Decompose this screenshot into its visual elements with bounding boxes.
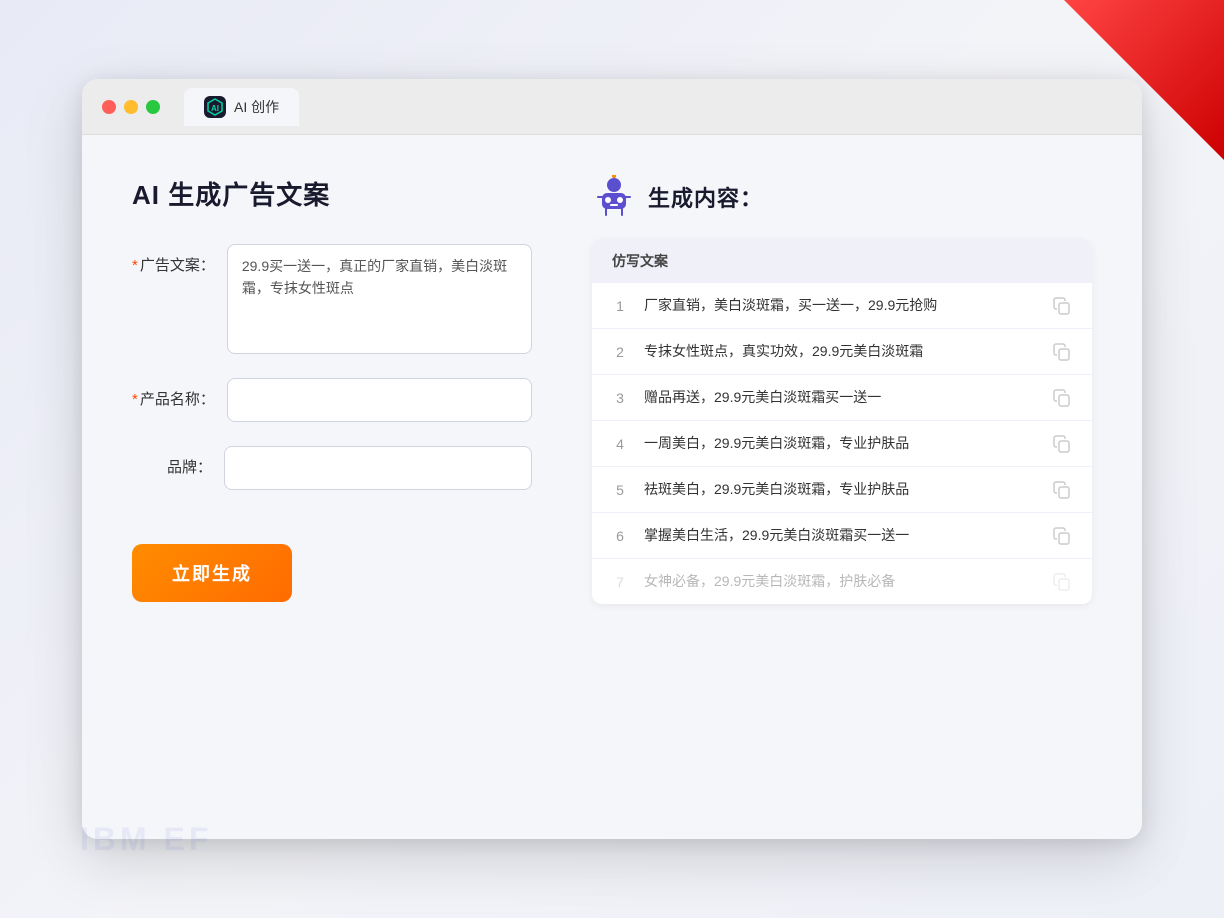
row-num: 6 (612, 528, 628, 544)
right-panel: 生成内容： 仿写文案 1 厂家直销，美白淡斑霜，买一送一，29.9元抢购 2 专… (592, 175, 1092, 799)
brand-group: 品牌： 好白 (132, 446, 532, 490)
row-num: 1 (612, 298, 628, 314)
table-row: 1 厂家直销，美白淡斑霜，买一送一，29.9元抢购 (592, 283, 1092, 329)
row-text: 女神必备，29.9元美白淡斑霜，护肤必备 (644, 571, 1036, 592)
copy-icon[interactable] (1052, 434, 1072, 454)
maximize-button[interactable] (146, 100, 160, 114)
tab-label: AI 创作 (234, 97, 279, 117)
table-row: 6 掌握美白生活，29.9元美白淡斑霜买一送一 (592, 513, 1092, 559)
copy-icon[interactable] (1052, 526, 1072, 546)
table-row: 7 女神必备，29.9元美白淡斑霜，护肤必备 (592, 559, 1092, 604)
row-num: 3 (612, 390, 628, 406)
result-table: 仿写文案 1 厂家直销，美白淡斑霜，买一送一，29.9元抢购 2 专抹女性斑点，… (592, 239, 1092, 604)
row-num: 5 (612, 482, 628, 498)
row-text: 专抹女性斑点，真实功效，29.9元美白淡斑霜 (644, 341, 1036, 362)
row-num: 7 (612, 574, 628, 590)
row-text: 一周美白，29.9元美白淡斑霜，专业护肤品 (644, 433, 1036, 454)
table-row: 3 赠品再送，29.9元美白淡斑霜买一送一 (592, 375, 1092, 421)
copy-icon[interactable] (1052, 342, 1072, 362)
title-bar: AI AI 创作 (82, 79, 1142, 135)
browser-tab[interactable]: AI AI 创作 (184, 88, 299, 126)
result-header: 生成内容： (592, 175, 1092, 219)
robot-icon (592, 175, 636, 219)
product-name-input[interactable]: 美白淡斑霜 (227, 378, 532, 422)
product-name-group: *产品名称： 美白淡斑霜 (132, 378, 532, 422)
minimize-button[interactable] (124, 100, 138, 114)
bottom-decoration: IBM EF (80, 821, 212, 858)
required-mark-product: * (132, 391, 138, 408)
row-text: 掌握美白生活，29.9元美白淡斑霜买一送一 (644, 525, 1036, 546)
ad-copy-group: *广告文案： 29.9买一送一，真正的厂家直销，美白淡斑霜，专抹女性斑点 (132, 244, 532, 354)
window-controls (102, 100, 160, 114)
table-row: 5 祛斑美白，29.9元美白淡斑霜，专业护肤品 (592, 467, 1092, 513)
row-text: 祛斑美白，29.9元美白淡斑霜，专业护肤品 (644, 479, 1036, 500)
page-title: AI 生成广告文案 (132, 175, 532, 212)
copy-icon[interactable] (1052, 388, 1072, 408)
row-num: 4 (612, 436, 628, 452)
copy-icon[interactable] (1052, 572, 1072, 592)
table-row: 4 一周美白，29.9元美白淡斑霜，专业护肤品 (592, 421, 1092, 467)
brand-label: 品牌： (132, 446, 212, 477)
copy-icon[interactable] (1052, 296, 1072, 316)
svg-text:AI: AI (211, 104, 219, 113)
product-label: *产品名称： (132, 378, 215, 409)
close-button[interactable] (102, 100, 116, 114)
row-num: 2 (612, 344, 628, 360)
row-text: 厂家直销，美白淡斑霜，买一送一，29.9元抢购 (644, 295, 1036, 316)
ad-copy-label: *广告文案： (132, 244, 215, 275)
brand-input[interactable]: 好白 (224, 446, 532, 490)
row-text: 赠品再送，29.9元美白淡斑霜买一送一 (644, 387, 1036, 408)
table-header: 仿写文案 (592, 239, 1092, 283)
ai-tab-icon: AI (204, 96, 226, 118)
left-panel: AI 生成广告文案 *广告文案： 29.9买一送一，真正的厂家直销，美白淡斑霜，… (132, 175, 532, 799)
result-title: 生成内容： (648, 181, 763, 213)
browser-window: AI AI 创作 AI 生成广告文案 *广告文案： 29.9买一送一，真正的厂家… (82, 79, 1142, 839)
copy-icon[interactable] (1052, 480, 1072, 500)
table-row: 2 专抹女性斑点，真实功效，29.9元美白淡斑霜 (592, 329, 1092, 375)
required-mark-ad: * (132, 257, 138, 274)
main-content: AI 生成广告文案 *广告文案： 29.9买一送一，真正的厂家直销，美白淡斑霜，… (82, 135, 1142, 839)
ad-copy-input[interactable]: 29.9买一送一，真正的厂家直销，美白淡斑霜，专抹女性斑点 (227, 244, 532, 354)
submit-button[interactable]: 立即生成 (132, 544, 292, 602)
